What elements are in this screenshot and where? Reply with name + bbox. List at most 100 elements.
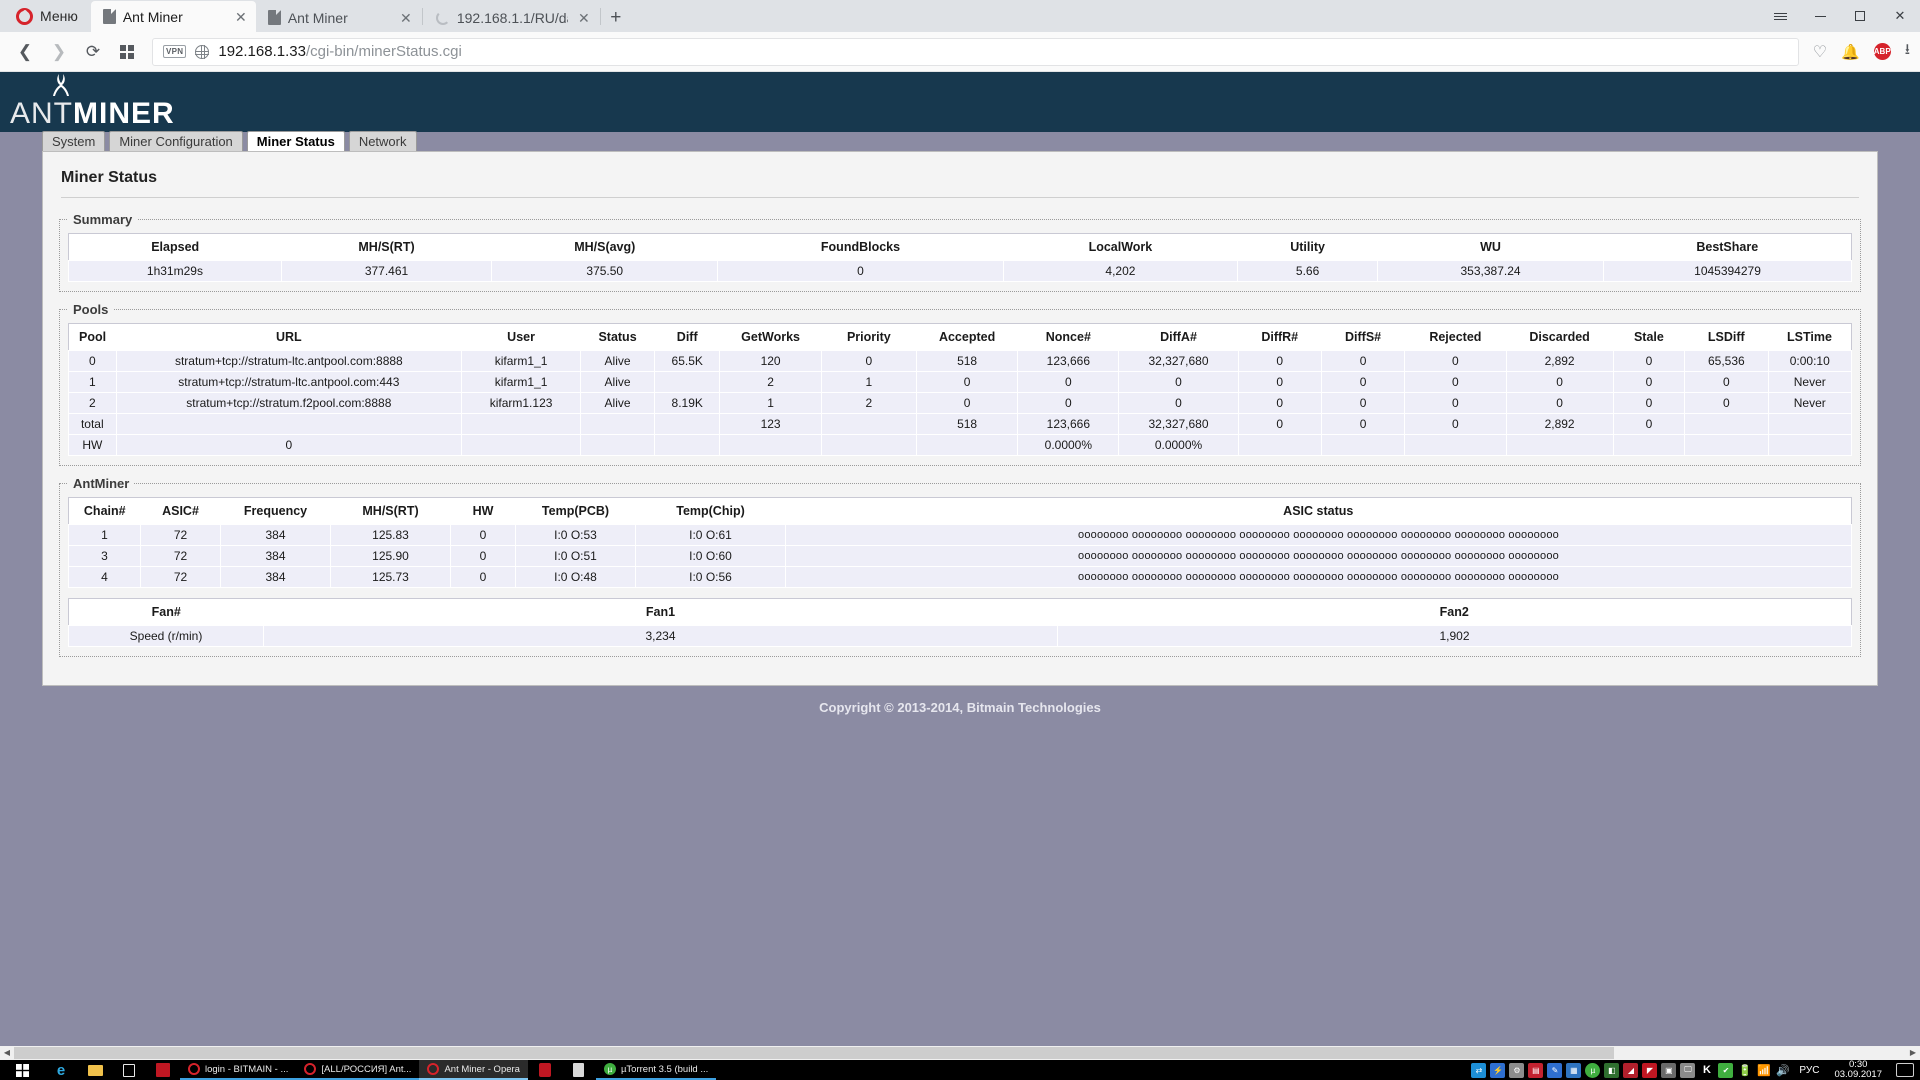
tray-display-icon[interactable]: 🖵 (1680, 1062, 1696, 1078)
tray-nvidia-icon[interactable]: ◧ (1604, 1062, 1620, 1078)
tray-antivirus-icon[interactable]: ◤ (1642, 1062, 1658, 1078)
bell-icon[interactable]: 🔔 (1841, 43, 1860, 61)
taskbar-item-2[interactable]: Ant Miner - Opera (419, 1060, 528, 1080)
tray-shield-icon[interactable]: ✔ (1718, 1062, 1734, 1078)
taskbar-item-1[interactable]: [ALL/РОССИЯ] Ant... (296, 1060, 420, 1080)
battery-icon[interactable]: 🔋 (1737, 1063, 1752, 1078)
pools-cell-r0-c1: stratum+tcp://stratum-ltc.antpool.com:88… (115, 350, 463, 372)
tray-k-icon[interactable]: K (1699, 1063, 1714, 1078)
edge-icon[interactable]: e (44, 1060, 78, 1080)
pools-cell-r3-c4 (653, 413, 721, 435)
calculator-icon[interactable] (562, 1060, 596, 1080)
tab-close-icon[interactable]: ✕ (397, 9, 415, 27)
tray-sync-icon[interactable]: ⇄ (1471, 1062, 1487, 1078)
tray-window-icon[interactable]: ▣ (1661, 1062, 1677, 1078)
taskbar-item-0[interactable]: login - BITMAIN - ... (180, 1060, 297, 1080)
pools-col-priority: Priority (821, 323, 917, 351)
close-window-button[interactable]: ✕ (1880, 0, 1920, 32)
antminer-section: AntMiner Chain# ASIC# Frequency MH/S(RT)… (59, 476, 1861, 657)
pools-legend: Pools (73, 302, 109, 317)
opera-icon (427, 1063, 440, 1075)
logo-suffix: MINER (73, 97, 175, 130)
taskbar-item-label: login - BITMAIN - ... (205, 1063, 289, 1075)
start-button[interactable] (0, 1060, 44, 1080)
scroll-left-arrow[interactable]: ◀ (0, 1046, 14, 1060)
browser-tab-2[interactable]: 192.168.1.1/RU/dash ✕ (424, 3, 599, 32)
nav-tab-miner-status[interactable]: Miner Status (246, 131, 345, 151)
taskbar-item-3[interactable]: µ µTorrent 3.5 (build ... (595, 1060, 717, 1080)
volume-icon[interactable]: 🔊 (1775, 1063, 1790, 1078)
pools-cell-r1-c6: 1 (820, 371, 917, 393)
scroll-track[interactable] (14, 1046, 1906, 1060)
antminer-col-temp-chip: Temp(Chip) (635, 497, 786, 525)
notification-center-icon[interactable] (1896, 1063, 1914, 1077)
opera-menu-button[interactable]: Меню (4, 0, 91, 32)
reload-button[interactable]: ⟳ (78, 37, 108, 67)
nav-tab-network[interactable]: Network (348, 131, 417, 151)
antivirus-icon[interactable] (146, 1060, 180, 1080)
tray-opera-icon[interactable]: ◢ (1623, 1062, 1639, 1078)
pools-col-getworks: GetWorks (719, 323, 822, 351)
recorder-icon[interactable] (528, 1060, 562, 1080)
pools-cell-r2-c2: kifarm1.123 (461, 392, 582, 414)
pools-cell-r4-c10 (1237, 434, 1322, 456)
tray-clipboard-icon[interactable]: ▦ (1566, 1062, 1582, 1078)
tab-close-icon[interactable]: ✕ (232, 8, 250, 26)
minimize-button[interactable] (1800, 0, 1840, 32)
ant-antenna-icon (53, 74, 69, 96)
back-button[interactable]: ❮ (10, 37, 40, 67)
pools-cell-r0-c15: 65,536 (1684, 350, 1769, 372)
tray-flash-icon[interactable]: ⚡ (1490, 1062, 1506, 1078)
page-horizontal-scrollbar[interactable]: ◀ ▶ (0, 1046, 1920, 1060)
pools-header-row: Pool URL User Status Diff GetWorks Prior… (68, 323, 1852, 351)
pools-cell-r3-c5: 123 (719, 413, 822, 435)
download-icon[interactable]: ⭳ (1905, 39, 1910, 64)
tab-list-icon[interactable] (1760, 0, 1800, 32)
vpn-badge[interactable]: VPN (163, 45, 187, 58)
file-explorer-icon[interactable] (78, 1060, 112, 1080)
scroll-thumb[interactable] (14, 1047, 1614, 1059)
summary-table: Elapsed MH/S(RT) MH/S(avg) FoundBlocks L… (68, 233, 1852, 282)
pools-cell-r3-c15 (1684, 413, 1769, 435)
pools-cell-r2-c14: 0 (1612, 392, 1686, 414)
language-indicator[interactable]: РУС (1794, 1065, 1824, 1076)
adblock-icon[interactable]: ABP (1873, 43, 1891, 60)
fan-speed-label: Speed (r/min) (68, 625, 264, 647)
antminer-cell-r1-c7: oooooooo oooooooo oooooooo oooooooo oooo… (785, 545, 1852, 567)
pools-table: Pool URL User Status Diff GetWorks Prior… (68, 323, 1852, 456)
wifi-icon[interactable]: 📶 (1756, 1063, 1771, 1078)
summary-val-bestshare: 1045394279 (1603, 260, 1852, 282)
tray-gear-icon[interactable]: ⚙ (1509, 1062, 1525, 1078)
forward-button[interactable]: ❯ (44, 37, 74, 67)
table-row: 1 72 384 125.83 0 I:0 O:53 I:0 O:61 oooooooo oo… (68, 524, 1852, 546)
tray-utorrent-icon[interactable]: µ (1585, 1062, 1601, 1078)
scroll-right-arrow[interactable]: ▶ (1906, 1046, 1920, 1060)
address-bar[interactable]: VPN 192.168.1.33/cgi-bin/minerStatus.cgi (152, 37, 1799, 66)
browser-tab-0[interactable]: Ant Miner ✕ (90, 1, 256, 32)
browser-tab-1[interactable]: Ant Miner ✕ (256, 3, 421, 32)
logo-prefix: ANT (10, 97, 73, 130)
pools-cell-r1-c16: Never (1767, 371, 1852, 393)
maximize-button[interactable] (1840, 0, 1880, 32)
nav-tab-system[interactable]: System (42, 131, 106, 151)
pools-cell-r4-c15 (1684, 434, 1769, 456)
speed-dial-button[interactable] (112, 37, 142, 67)
pools-cell-r0-c5: 120 (719, 350, 822, 372)
summary-header-row: Elapsed MH/S(RT) MH/S(avg) FoundBlocks L… (68, 233, 1852, 261)
pools-cell-r1-c7: 0 (915, 371, 1019, 393)
pools-cell-r1-c8: 0 (1017, 371, 1120, 393)
table-row: HW 0 0.0000% 0.0000% (68, 434, 1852, 456)
clock[interactable]: 0:30 03.09.2017 (1828, 1060, 1888, 1080)
antminer-col-temp-pcb: Temp(PCB) (515, 497, 636, 525)
pools-cell-r0-c3: Alive (580, 350, 655, 372)
tab-close-icon[interactable]: ✕ (575, 9, 593, 27)
antminer-cell-r1-c5: I:0 O:51 (515, 545, 636, 567)
table-row: 3 72 384 125.90 0 I:0 O:51 I:0 O:60 oooooooo oo… (68, 545, 1852, 567)
tray-media-icon[interactable]: ▤ (1528, 1062, 1544, 1078)
new-tab-button[interactable]: + (602, 4, 630, 32)
tray-paint-icon[interactable]: ✎ (1547, 1062, 1563, 1078)
pools-cell-r4-c11 (1320, 434, 1406, 456)
store-icon[interactable] (112, 1060, 146, 1080)
nav-tab-miner-configuration[interactable]: Miner Configuration (109, 131, 243, 151)
heart-icon[interactable]: ♡ (1813, 42, 1827, 62)
